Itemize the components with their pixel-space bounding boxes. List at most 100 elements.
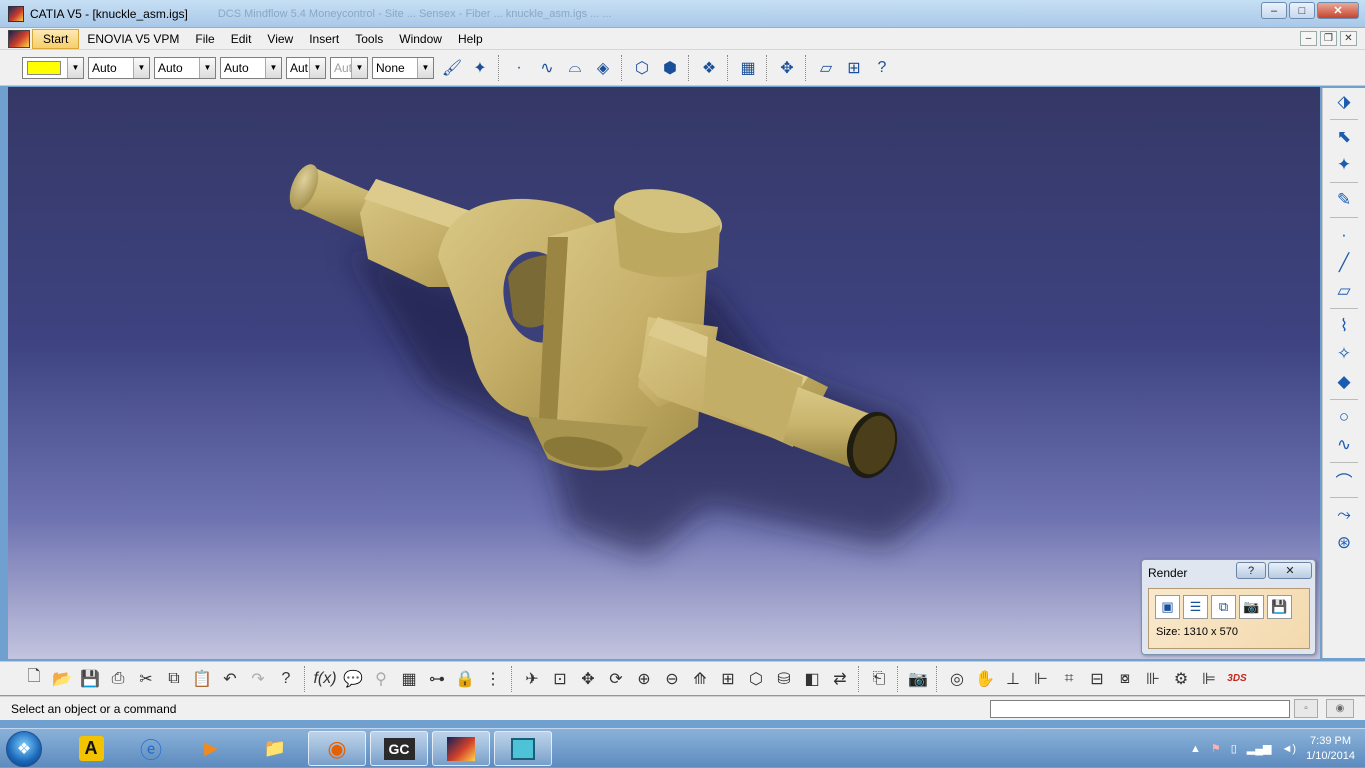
render-help-button[interactable]: ? bbox=[1236, 562, 1266, 579]
table-icon[interactable]: ▦ bbox=[396, 666, 422, 692]
axis-icon[interactable]: ⊥ bbox=[1000, 666, 1026, 692]
command-run-button[interactable]: ◉ bbox=[1326, 699, 1354, 718]
action-center-icon[interactable]: ⚑ bbox=[1211, 742, 1221, 755]
intersect-icon[interactable]: ⊛ bbox=[1329, 529, 1359, 557]
multi-view-icon[interactable]: ⊞ bbox=[715, 666, 741, 692]
fit-all-icon[interactable]: ⊡ bbox=[547, 666, 573, 692]
list-icon[interactable]: ⋮ bbox=[480, 666, 506, 692]
spline-icon[interactable]: ∿ bbox=[1329, 431, 1359, 459]
save-image-icon[interactable]: 💾 bbox=[1267, 595, 1292, 619]
new-document-icon[interactable]: 🗋 bbox=[21, 666, 47, 692]
hide-show-icon[interactable]: ◧ bbox=[799, 666, 825, 692]
taskbar-app-windows-explorer[interactable]: 📁 bbox=[246, 731, 304, 766]
volume-icon[interactable]: ◄) bbox=[1282, 743, 1297, 755]
taskbar-app-solid-edge[interactable] bbox=[494, 731, 552, 766]
menu-help[interactable]: Help bbox=[450, 30, 491, 48]
camera-icon[interactable]: 📷 bbox=[1239, 595, 1264, 619]
windows-start-button[interactable]: ❖ bbox=[6, 731, 42, 767]
taskbar-app-internet-explorer[interactable]: ⓔ bbox=[122, 731, 180, 766]
menu-tools[interactable]: Tools bbox=[347, 30, 391, 48]
comment-icon[interactable]: 💬 bbox=[340, 666, 366, 692]
multi-select-icon[interactable]: ✦ bbox=[1329, 151, 1359, 179]
sketch-icon[interactable]: ✎ bbox=[1329, 186, 1359, 214]
doc-minimize-button[interactable]: – bbox=[1300, 31, 1317, 46]
knuckle-assembly-model[interactable] bbox=[8, 87, 1320, 659]
spec-tree-icon[interactable]: ⊫ bbox=[1196, 666, 1222, 692]
toolbar-grip[interactable] bbox=[688, 54, 691, 81]
spline-icon[interactable]: ∿ bbox=[534, 55, 560, 81]
knowledge-icon[interactable]: ⚲ bbox=[368, 666, 394, 692]
circle-icon[interactable]: ○ bbox=[1329, 403, 1359, 431]
undo-icon[interactable]: ↶ bbox=[217, 666, 243, 692]
line-icon[interactable]: ╱ bbox=[1329, 249, 1359, 277]
render-options-icon[interactable]: ☰ bbox=[1183, 595, 1208, 619]
tool-palette-icon[interactable]: ⊟ bbox=[1084, 666, 1110, 692]
chevron-down-icon[interactable]: ▼ bbox=[417, 57, 433, 78]
taskbar-app-gc[interactable]: GC bbox=[370, 731, 428, 766]
chevron-down-icon[interactable]: ▼ bbox=[199, 57, 215, 78]
toolbar-grip[interactable] bbox=[936, 665, 939, 692]
menu-edit[interactable]: Edit bbox=[223, 30, 260, 48]
toolbar-grip[interactable] bbox=[766, 54, 769, 81]
catalog-icon[interactable]: ⎗ bbox=[866, 666, 892, 692]
plane-icon[interactable]: ◈ bbox=[590, 55, 616, 81]
render-close-button[interactable]: ✕ bbox=[1268, 562, 1312, 579]
corner-icon[interactable]: ⌒ bbox=[1329, 466, 1359, 494]
color-combo[interactable]: ▼ bbox=[22, 56, 84, 79]
chevron-down-icon[interactable]: ▼ bbox=[67, 57, 83, 78]
hand-icon[interactable]: ✋ bbox=[972, 666, 998, 692]
taskbar-app-media-player[interactable]: ▶ bbox=[182, 731, 240, 766]
command-input[interactable] bbox=[990, 700, 1290, 718]
toolbar-grip[interactable] bbox=[498, 54, 501, 81]
close-button[interactable]: ✕ bbox=[1317, 2, 1359, 19]
menu-insert[interactable]: Insert bbox=[301, 30, 347, 48]
point-type-combo[interactable]: Aut ▼ bbox=[286, 56, 326, 79]
maximize-button[interactable]: □ bbox=[1289, 2, 1315, 19]
chevron-down-icon[interactable]: ▼ bbox=[309, 57, 325, 78]
swap-space-icon[interactable]: ⇄ bbox=[827, 666, 853, 692]
shading-icon[interactable]: ⛁ bbox=[771, 666, 797, 692]
fly-mode-icon[interactable]: ✈ bbox=[519, 666, 545, 692]
formula-icon[interactable]: f(x) bbox=[312, 666, 338, 692]
extrude-icon[interactable]: ⌇ bbox=[1329, 312, 1359, 340]
chevron-down-icon[interactable]: ▼ bbox=[133, 57, 149, 78]
paste-icon[interactable]: 📋 bbox=[189, 666, 215, 692]
tree-icon[interactable]: ⊞ bbox=[841, 55, 867, 81]
menu-file[interactable]: File bbox=[187, 30, 222, 48]
transparency-combo[interactable]: Auto ▼ bbox=[88, 56, 150, 79]
normal-view-icon[interactable]: ⟰ bbox=[687, 666, 713, 692]
plane-icon[interactable]: ▱ bbox=[1329, 277, 1359, 305]
command-list-button[interactable]: ▫ bbox=[1294, 699, 1318, 718]
grid-snap-icon[interactable]: ⌗ bbox=[1056, 666, 1082, 692]
project-icon[interactable]: ⤳ bbox=[1329, 501, 1359, 529]
point-icon[interactable]: · bbox=[1329, 221, 1359, 249]
painter-icon[interactable]: 🖌 bbox=[439, 55, 465, 81]
orbit-icon[interactable]: ◎ bbox=[944, 666, 970, 692]
print-icon[interactable]: ⎙ bbox=[105, 666, 131, 692]
render-icon[interactable]: ⬗ bbox=[1329, 88, 1359, 116]
capture-icon[interactable]: 📷 bbox=[905, 666, 931, 692]
menu-window[interactable]: Window bbox=[391, 30, 450, 48]
toolbar-grip[interactable] bbox=[727, 54, 730, 81]
doc-restore-button[interactable]: ❐ bbox=[1320, 31, 1337, 46]
redo-icon[interactable]: ↷ bbox=[245, 666, 271, 692]
layer-combo[interactable]: None ▼ bbox=[372, 56, 434, 79]
zoom-in-icon[interactable]: ⊕ bbox=[631, 666, 657, 692]
show-hidden-icons-icon[interactable]: ▲ bbox=[1190, 743, 1201, 755]
menu-enovia[interactable]: ENOVIA V5 VPM bbox=[79, 30, 187, 48]
line-thickness-combo[interactable]: Auto ▼ bbox=[154, 56, 216, 79]
menu-start[interactable]: Start bbox=[32, 28, 80, 49]
taskbar-app-catia[interactable] bbox=[432, 731, 490, 766]
taskbar-clock[interactable]: 7:39 PM 1/10/2014 bbox=[1306, 734, 1355, 764]
toolbar-grip[interactable] bbox=[858, 665, 861, 692]
render-image-icon[interactable]: ▣ bbox=[1155, 595, 1180, 619]
whats-this-icon[interactable]: ? bbox=[869, 55, 895, 81]
fill-icon[interactable]: ◆ bbox=[1329, 368, 1359, 396]
line-type-combo[interactable]: Auto ▼ bbox=[220, 56, 282, 79]
lock-icon[interactable]: 🔒 bbox=[452, 666, 478, 692]
minimize-button[interactable]: – bbox=[1261, 2, 1287, 19]
properties-icon[interactable]: ✦ bbox=[467, 55, 493, 81]
toolbar-grip[interactable] bbox=[304, 665, 307, 692]
view-icon[interactable]: ⧇ bbox=[1112, 666, 1138, 692]
rotate-icon[interactable]: ⟳ bbox=[603, 666, 629, 692]
